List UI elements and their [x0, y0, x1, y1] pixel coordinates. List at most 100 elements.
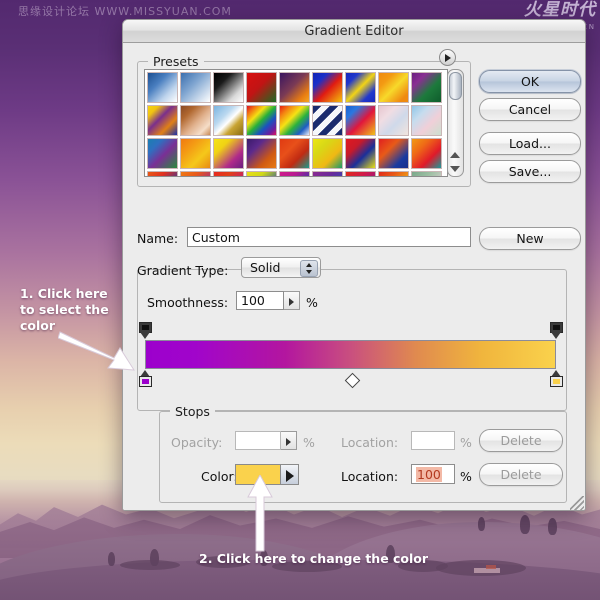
preset-swatch[interactable] [345, 72, 376, 103]
preset-swatch[interactable] [213, 171, 244, 177]
name-input[interactable]: Custom [187, 227, 471, 247]
scroll-down-arrow-icon[interactable] [450, 166, 460, 172]
gradient-editor-dialog: Gradient Editor Presets OK Cancel Load..… [122, 19, 586, 511]
tree [548, 518, 557, 535]
color-location-input[interactable]: 100 [411, 464, 455, 484]
preset-swatch[interactable] [411, 171, 442, 177]
preset-swatch[interactable] [279, 105, 310, 136]
gradient-preview-bar[interactable] [145, 340, 556, 369]
preset-swatch-grid[interactable] [145, 70, 447, 177]
preset-swatch[interactable] [246, 171, 277, 177]
opacity-stepper-arrow-icon[interactable] [281, 431, 297, 450]
stops-group: Stops [159, 411, 567, 503]
preset-menu-arrow-icon[interactable] [439, 49, 456, 66]
preset-swatch[interactable] [312, 171, 343, 177]
watermark-logo-text: 火星时代 [524, 0, 596, 20]
opacity-location-input[interactable] [411, 431, 455, 450]
preset-swatch[interactable] [180, 138, 211, 169]
preset-swatch[interactable] [246, 138, 277, 169]
presets-scrollbar[interactable] [447, 69, 464, 177]
new-button[interactable]: New [479, 227, 581, 250]
preset-swatch[interactable] [180, 171, 211, 177]
dialog-body: Presets OK Cancel Load... Save... New Na… [123, 43, 585, 511]
resize-grip-icon[interactable] [570, 496, 584, 510]
preset-swatch[interactable] [246, 72, 277, 103]
tree [108, 552, 115, 566]
smoothness-stepper-arrow-icon[interactable] [284, 291, 300, 310]
preset-swatch[interactable] [312, 72, 343, 103]
tree [478, 517, 485, 531]
opacity-location-label: Location: [341, 435, 398, 450]
preset-swatch[interactable] [411, 72, 442, 103]
color-location-unit: % [460, 469, 472, 484]
presets-scrollbar-thumb[interactable] [449, 72, 462, 100]
preset-swatch[interactable] [147, 138, 178, 169]
color-stop-right[interactable] [550, 370, 563, 387]
preset-swatch[interactable] [246, 105, 277, 136]
opacity-input[interactable] [235, 431, 281, 450]
preset-swatch[interactable] [279, 72, 310, 103]
preset-swatch[interactable] [213, 138, 244, 169]
preset-swatch[interactable] [378, 138, 409, 169]
annotation-step-1: 1. Click here to select the color [20, 286, 120, 334]
color-stop-chip [550, 376, 563, 387]
color-stop-left[interactable] [139, 370, 152, 387]
color-location-value: 100 [416, 467, 442, 482]
dialog-title: Gradient Editor [304, 24, 403, 39]
color-label: Color: [201, 469, 238, 484]
opacity-stop-left[interactable] [139, 322, 152, 339]
load-button[interactable]: Load... [479, 132, 581, 155]
preset-swatch[interactable] [378, 171, 409, 177]
preset-swatch[interactable] [147, 105, 178, 136]
color-location-label: Location: [341, 469, 398, 484]
opacity-unit: % [303, 435, 315, 450]
preset-swatch[interactable] [378, 105, 409, 136]
smoothness-label: Smoothness: [147, 295, 228, 310]
preset-swatch[interactable] [180, 72, 211, 103]
cancel-button[interactable]: Cancel [479, 98, 581, 121]
updown-arrows-icon[interactable] [300, 260, 318, 277]
ok-button[interactable]: OK [479, 70, 581, 93]
preset-swatch[interactable] [213, 105, 244, 136]
annotation-arrow-1 [58, 330, 138, 372]
gradient-type-select[interactable]: Solid [241, 257, 321, 278]
preset-swatch[interactable] [345, 138, 376, 169]
farmhouse-roof [486, 565, 496, 569]
presets-legend: Presets [148, 54, 204, 69]
opacity-stop-right[interactable] [550, 322, 563, 339]
preset-swatch[interactable] [345, 171, 376, 177]
color-stop-chip [139, 376, 152, 387]
preset-swatch[interactable] [411, 138, 442, 169]
save-button[interactable]: Save... [479, 160, 581, 183]
preset-swatch[interactable] [312, 105, 343, 136]
preset-swatch[interactable] [411, 105, 442, 136]
shrub-row [120, 560, 180, 570]
preset-swatch[interactable] [279, 138, 310, 169]
dialog-titlebar[interactable]: Gradient Editor [123, 20, 585, 43]
preset-swatch[interactable] [180, 105, 211, 136]
stops-legend: Stops [170, 404, 215, 419]
delete-opacity-stop-button[interactable]: Delete [479, 429, 563, 452]
preset-swatch[interactable] [279, 171, 310, 177]
delete-color-stop-button[interactable]: Delete [479, 463, 563, 486]
watermark-left: 思缘设计论坛 WWW.MISSYUAN.COM [18, 3, 232, 19]
preset-swatch[interactable] [213, 72, 244, 103]
presets-panel[interactable] [144, 69, 448, 177]
color-popup-arrow-icon[interactable] [281, 464, 299, 485]
gradient-type-label: Gradient Type: [137, 263, 228, 278]
opacity-label: Opacity: [171, 435, 222, 450]
preset-swatch[interactable] [312, 138, 343, 169]
tree [520, 515, 530, 534]
smoothness-input[interactable]: 100 [236, 291, 284, 310]
preset-swatch[interactable] [147, 72, 178, 103]
name-label: Name: [137, 231, 178, 246]
preset-swatch[interactable] [345, 105, 376, 136]
preset-swatch[interactable] [147, 171, 178, 177]
preset-swatch[interactable] [378, 72, 409, 103]
presets-group: Presets [137, 61, 471, 187]
opacity-stop-pointer-icon [551, 332, 561, 339]
smoothness-unit: % [306, 295, 318, 310]
scroll-up-arrow-icon[interactable] [450, 152, 460, 158]
annotation-step-2: 2. Click here to change the color [199, 551, 428, 567]
annotation-arrow-2 [243, 475, 277, 553]
